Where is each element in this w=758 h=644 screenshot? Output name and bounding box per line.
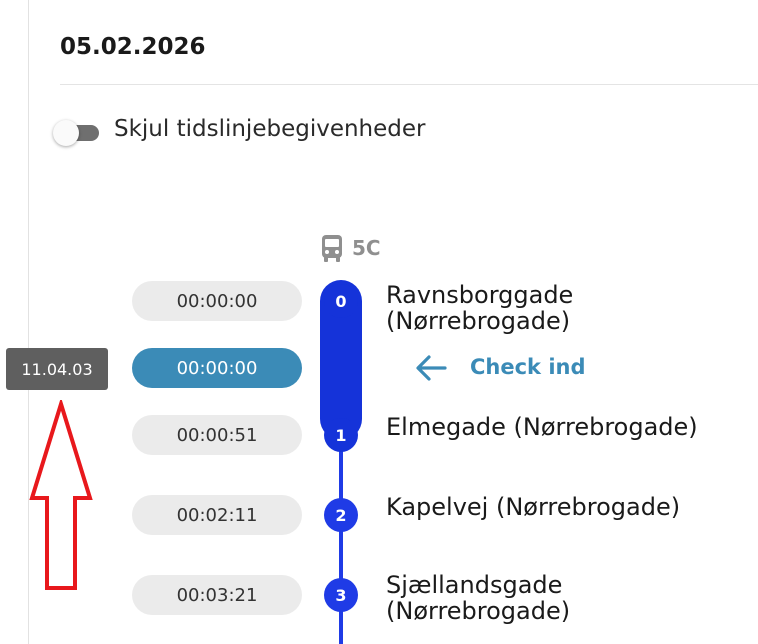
stop-name-line: Kapelvej (Nørrebrogade)	[386, 493, 681, 521]
red-arrow-annotation-icon	[29, 400, 93, 590]
hide-timeline-events-toggle[interactable]	[53, 120, 101, 146]
stop-number-badge[interactable]: 2	[324, 498, 358, 532]
stop-name[interactable]: Ravnsborggade (Nørrebrogade)	[386, 282, 573, 334]
stop-time-pill: 00:03:21	[132, 575, 302, 615]
bus-icon	[322, 235, 342, 262]
stop-name[interactable]: Sjællandsgade (Nørrebrogade)	[386, 572, 570, 624]
stop-name-line: Sjællandsgade	[386, 571, 563, 599]
current-clock-badge: 11.04.03	[6, 348, 108, 390]
stop-time-pill: 00:02:11	[132, 495, 302, 535]
check-in-label: Check ind	[470, 355, 586, 379]
date-header: 05.02.2026	[60, 34, 206, 60]
stop-name[interactable]: Kapelvej (Nørrebrogade)	[386, 494, 680, 520]
stop-time-pill: 00:00:00	[132, 281, 302, 321]
toggle-label: Skjul tidslinjebegivenheder	[114, 116, 426, 142]
stop-number-badge[interactable]: 3	[324, 578, 358, 612]
toggle-knob	[53, 120, 79, 146]
stop-number-badge[interactable]: 1	[324, 418, 358, 452]
date-divider	[60, 84, 758, 85]
arrow-left-icon	[416, 355, 447, 381]
current-time-pill: 00:00:00	[132, 348, 302, 388]
stop-number-badge[interactable]: 0	[324, 284, 358, 318]
stop-time-pill: 00:00:51	[132, 415, 302, 455]
stop-name-line: Ravnsborggade	[386, 281, 574, 309]
stop-name[interactable]: Elmegade (Nørrebrogade)	[386, 414, 698, 440]
route-name: 5C	[352, 236, 381, 260]
stop-name-line: (Nørrebrogade)	[386, 597, 571, 625]
stop-name-line: Elmegade (Nørrebrogade)	[386, 413, 698, 441]
stop-name-line: (Nørrebrogade)	[386, 307, 571, 335]
